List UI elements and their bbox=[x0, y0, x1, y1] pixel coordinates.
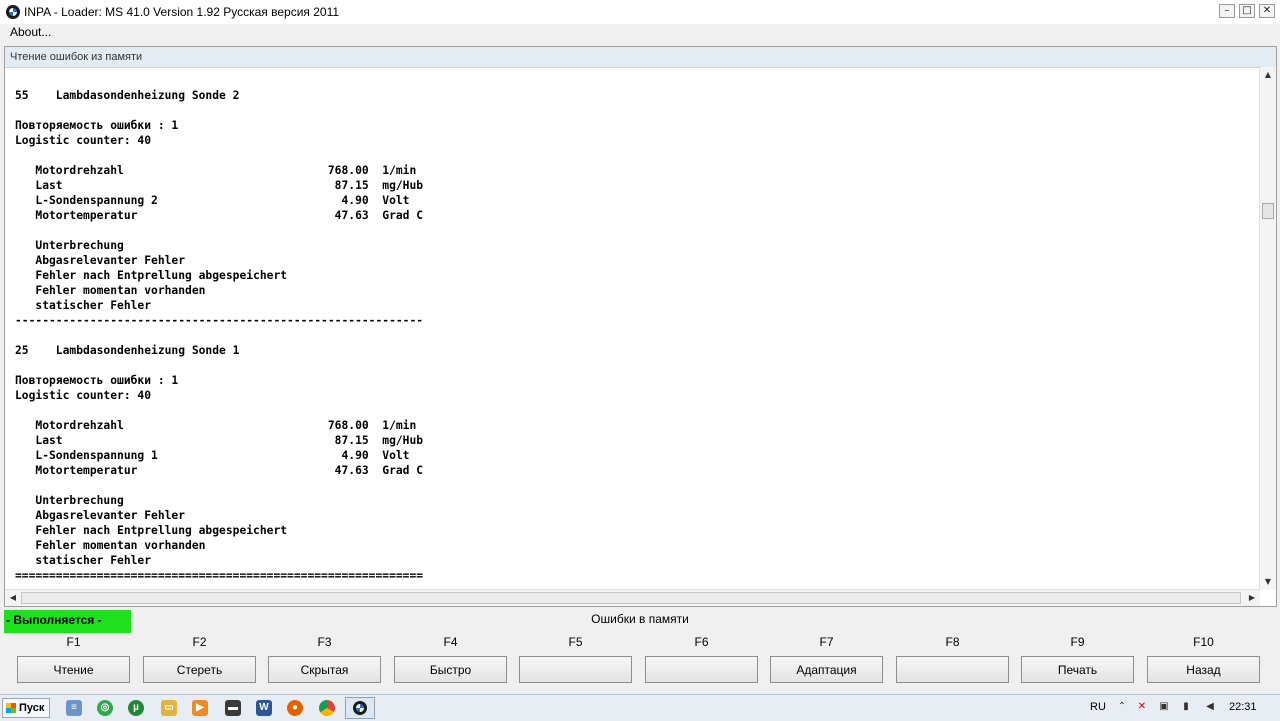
fkey-label-f1: F1 bbox=[66, 635, 81, 649]
close-button[interactable]: ✕ bbox=[1259, 4, 1275, 18]
fault-line: Abgasrelevanter Fehler bbox=[15, 254, 186, 267]
fault-line: Motordrehzahl 768.00 1/min bbox=[15, 164, 417, 177]
fkey-label-f5: F5 bbox=[568, 635, 583, 649]
fault-line: Fehler momentan vorhanden bbox=[15, 539, 206, 552]
f3-hidden-button[interactable]: Скрытая bbox=[268, 656, 381, 683]
maximize-button[interactable]: □ bbox=[1239, 4, 1255, 18]
fault-line: Motortemperatur 47.63 Grad C bbox=[15, 464, 424, 477]
f4-quick-button[interactable]: Быстро bbox=[394, 656, 507, 683]
fault-line: Motordrehzahl 768.00 1/min bbox=[15, 419, 417, 432]
panel-title: Чтение ошибок из памяти bbox=[10, 51, 143, 63]
scroll-down-icon[interactable]: ▼ bbox=[1261, 575, 1275, 589]
panel-header: Чтение ошибок из памяти bbox=[5, 47, 1276, 68]
f2-clear-button[interactable]: Стереть bbox=[143, 656, 256, 683]
window-title: INPA - Loader: MS 41.0 Version 1.92 Русс… bbox=[24, 5, 340, 19]
media-player-icon[interactable]: ▶ bbox=[192, 700, 208, 716]
start-button[interactable]: Пуск bbox=[2, 698, 50, 718]
fault-line: Fehler momentan vorhanden bbox=[15, 284, 206, 297]
screen-title: Ошибки в памяти bbox=[591, 612, 689, 626]
firefox-icon[interactable]: ● bbox=[287, 700, 303, 716]
start-label: Пуск bbox=[19, 702, 45, 714]
fault-line: Fehler nach Entprellung abgespeichert bbox=[15, 269, 288, 282]
folder-icon[interactable]: ▭ bbox=[161, 700, 177, 716]
fault-line: Повторяемость ошибки : 1 bbox=[15, 119, 179, 132]
error-memory-panel: Чтение ошибок из памяти 55 Lambdasondenh… bbox=[4, 46, 1277, 607]
horizontal-scroll-thumb[interactable] bbox=[21, 592, 1241, 604]
signal-icon[interactable]: ▮ bbox=[1180, 701, 1192, 713]
inpa-app-icon bbox=[6, 5, 20, 19]
fault-line bbox=[15, 148, 423, 163]
vertical-scroll-thumb[interactable] bbox=[1262, 203, 1274, 219]
scroll-up-icon[interactable]: ▲ bbox=[1261, 68, 1275, 82]
fault-line: Motortemperatur 47.63 Grad C bbox=[15, 209, 424, 222]
horizontal-scrollbar[interactable]: ◀ ▶ bbox=[5, 589, 1260, 606]
fault-line: statischer Fehler bbox=[15, 554, 152, 567]
fault-line: Logistic counter: 40 bbox=[15, 134, 152, 147]
fault-line: Last 87.15 mg/Hub bbox=[15, 179, 424, 192]
fkey-label-f6: F6 bbox=[694, 635, 709, 649]
fkey-label-f7: F7 bbox=[819, 635, 834, 649]
word-icon[interactable]: W bbox=[256, 700, 272, 716]
fault-line: Unterbrechung bbox=[15, 494, 124, 507]
fault-line: 55 Lambdasondenheizung Sonde 2 bbox=[15, 89, 240, 102]
fault-line: L-Sondenspannung 2 4.90 Volt bbox=[15, 194, 410, 207]
fault-line: Unterbrechung bbox=[15, 239, 124, 252]
title-bar: INPA - Loader: MS 41.0 Version 1.92 Русс… bbox=[0, 0, 1280, 25]
f8-button[interactable] bbox=[896, 656, 1009, 683]
fault-line: Last 87.15 mg/Hub bbox=[15, 434, 424, 447]
f7-adaptation-button[interactable]: Адаптация bbox=[770, 656, 883, 683]
fault-listing: 55 Lambdasondenheizung Sonde 2 Повторяемо… bbox=[15, 88, 423, 583]
f1-read-button[interactable]: Чтение bbox=[17, 656, 130, 683]
inpa-taskbar-button[interactable] bbox=[345, 697, 375, 719]
fault-line bbox=[15, 223, 423, 238]
fkey-label-f10: F10 bbox=[1193, 635, 1214, 649]
menu-about[interactable]: About... bbox=[10, 25, 51, 39]
f5-button[interactable] bbox=[519, 656, 632, 683]
fault-line bbox=[15, 328, 423, 343]
clock[interactable]: 22:31 bbox=[1229, 701, 1257, 713]
fault-line bbox=[15, 103, 423, 118]
fault-line: statischer Fehler bbox=[15, 299, 152, 312]
fault-line: Abgasrelevanter Fehler bbox=[15, 509, 186, 522]
fault-line: Logistic counter: 40 bbox=[15, 389, 152, 402]
fkey-label-f2: F2 bbox=[192, 635, 207, 649]
utorrent-icon[interactable]: µ bbox=[128, 700, 144, 716]
notepad-icon[interactable]: ≡ bbox=[66, 700, 82, 716]
fault-line bbox=[15, 358, 423, 373]
f10-back-button[interactable]: Назад bbox=[1147, 656, 1260, 683]
language-indicator[interactable]: RU bbox=[1090, 701, 1106, 713]
taskbar: Пуск ≡ ◎ µ ▭ ▶ ▬ W ● RU ⌃ ✕ ▣ ▮ ◀ 22:31 bbox=[0, 694, 1280, 721]
fault-line: ----------------------------------------… bbox=[15, 314, 424, 327]
minimize-button[interactable]: – bbox=[1219, 4, 1235, 18]
fault-line: ========================================… bbox=[15, 569, 424, 582]
fault-line bbox=[15, 403, 423, 418]
device-icon[interactable]: ▣ bbox=[1158, 701, 1170, 713]
fkey-label-f8: F8 bbox=[945, 635, 960, 649]
network-warning-icon[interactable]: ✕ bbox=[1136, 701, 1148, 713]
fkey-label-f4: F4 bbox=[443, 635, 458, 649]
tray-expand-icon[interactable]: ⌃ bbox=[1116, 701, 1128, 713]
chrome-icon[interactable] bbox=[319, 700, 335, 716]
inpa-icon bbox=[353, 701, 367, 715]
green-app-icon[interactable]: ◎ bbox=[97, 700, 113, 716]
f6-button[interactable] bbox=[645, 656, 758, 683]
fault-line bbox=[15, 478, 423, 493]
vertical-scrollbar[interactable]: ▲ ▼ bbox=[1259, 67, 1276, 590]
f9-print-button[interactable]: Печать bbox=[1021, 656, 1134, 683]
fault-line: 25 Lambdasondenheizung Sonde 1 bbox=[15, 344, 240, 357]
fkey-label-f3: F3 bbox=[317, 635, 332, 649]
fault-line: Fehler nach Entprellung abgespeichert bbox=[15, 524, 288, 537]
fault-line: L-Sondenspannung 1 4.90 Volt bbox=[15, 449, 410, 462]
windows-logo-icon bbox=[6, 703, 16, 713]
terminal-icon[interactable]: ▬ bbox=[225, 700, 241, 716]
scroll-right-icon[interactable]: ▶ bbox=[1245, 591, 1259, 605]
menu-bar: About... bbox=[0, 24, 1280, 42]
fkey-label-f9: F9 bbox=[1070, 635, 1085, 649]
volume-icon[interactable]: ◀ bbox=[1204, 701, 1216, 713]
scroll-left-icon[interactable]: ◀ bbox=[6, 591, 20, 605]
fault-line: Повторяемость ошибки : 1 bbox=[15, 374, 179, 387]
